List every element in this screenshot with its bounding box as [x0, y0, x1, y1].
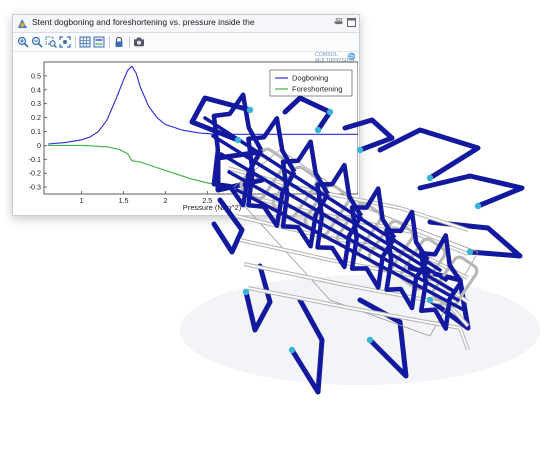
stress-hotspot — [426, 174, 434, 182]
stent-petal — [189, 95, 253, 143]
stress-hotspot — [326, 108, 334, 116]
stress-hotspot — [466, 248, 474, 256]
stent-petal — [417, 173, 525, 209]
stress-hotspot — [314, 126, 322, 134]
stent-3d-view[interactable] — [0, 0, 550, 450]
stress-hotspot — [234, 136, 242, 144]
stress-hotspot — [242, 288, 250, 296]
stent-petal — [377, 127, 481, 181]
stress-hotspot — [426, 296, 434, 304]
stage: Stent dogboning and foreshortening vs. p… — [0, 0, 550, 450]
stent-shadow — [180, 275, 540, 385]
stress-hotspot — [288, 346, 296, 354]
stent-petal — [282, 95, 333, 133]
stress-hotspot — [246, 106, 254, 114]
stent-petal — [211, 197, 245, 255]
stress-hotspot — [366, 336, 374, 344]
stress-hotspot — [474, 202, 482, 210]
stress-hotspot — [356, 146, 364, 154]
